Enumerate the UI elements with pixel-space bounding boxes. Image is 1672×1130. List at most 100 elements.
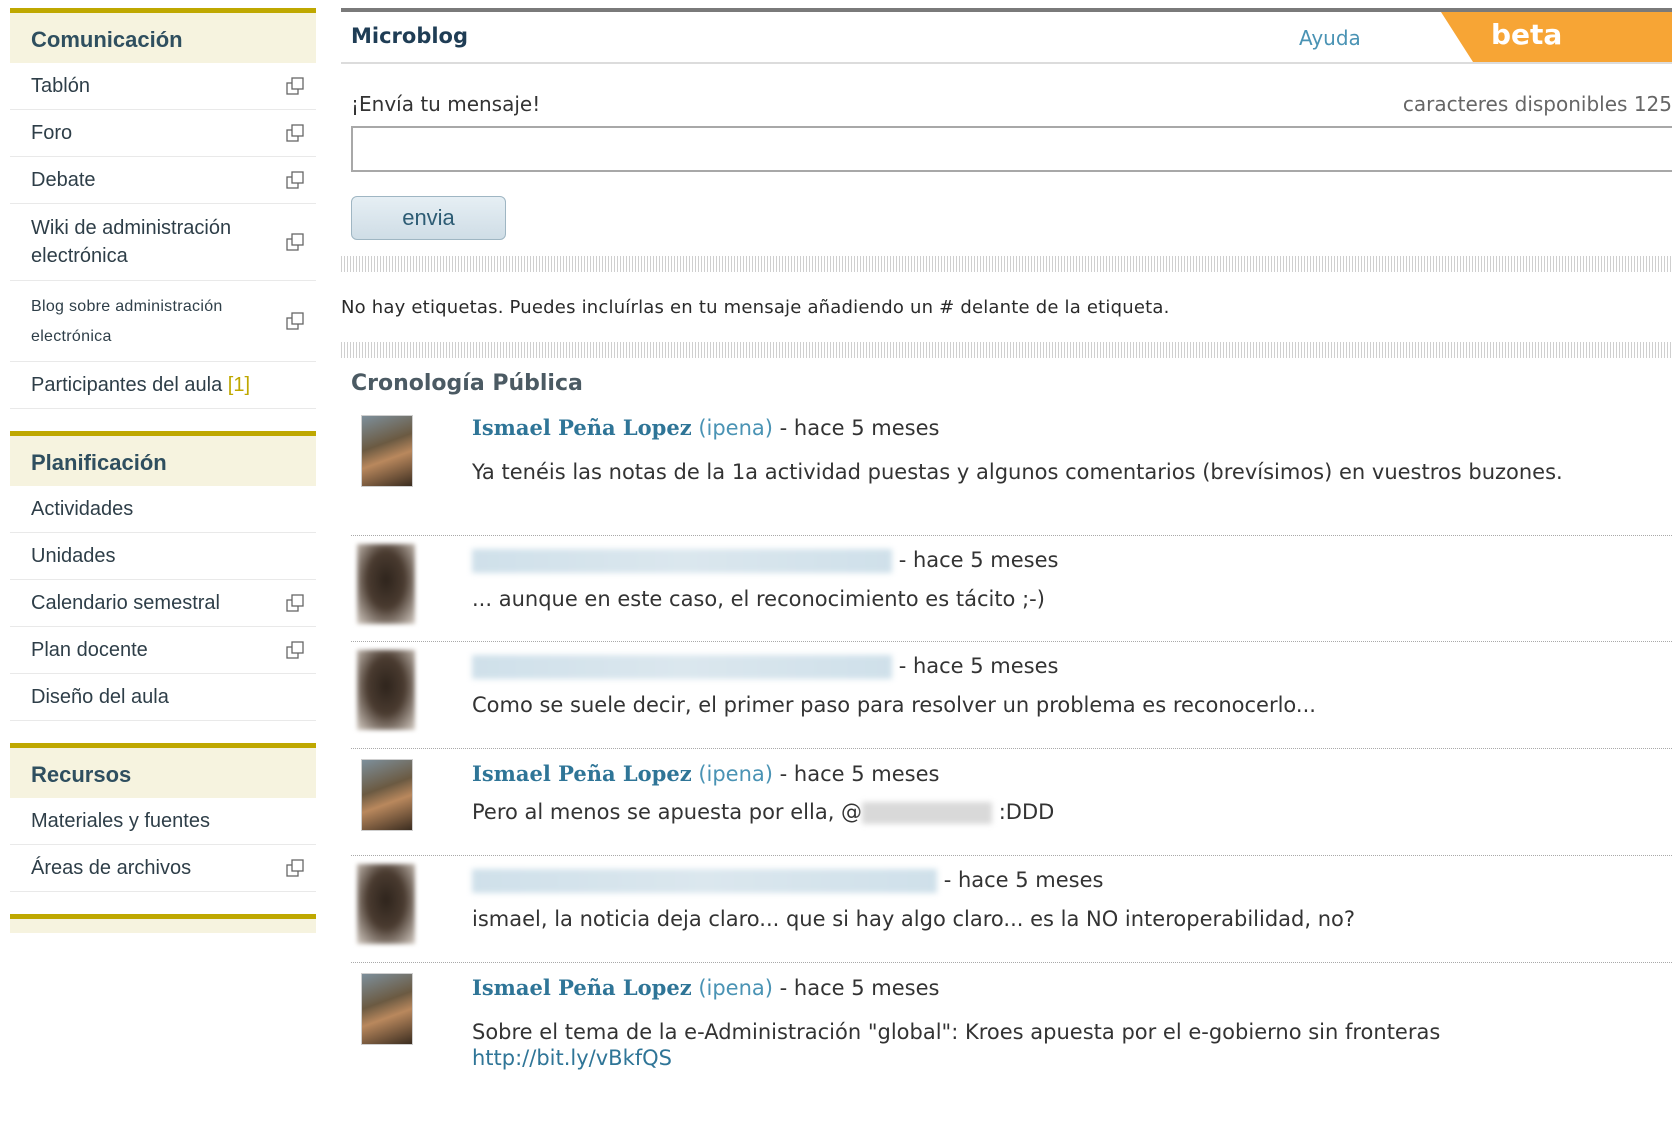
- sidebar-item-label: Wiki de administración electrónica: [31, 217, 232, 267]
- post-handle[interactable]: (ipena): [698, 416, 773, 440]
- sidebar-item-calendario[interactable]: Calendario semestral: [10, 580, 316, 627]
- compose-label: ¡Envía tu mensaje!: [351, 92, 541, 116]
- sidebar-item-blog[interactable]: Blog sobre administración electrónica: [10, 281, 316, 362]
- message-input[interactable]: [351, 126, 1672, 172]
- sidebar-item-label: Tablón: [31, 75, 90, 97]
- post-time: - hace 5 meses: [779, 762, 940, 786]
- post-handle[interactable]: (ipena): [698, 976, 773, 1000]
- sidebar-item-participantes[interactable]: Participantes del aula [1]: [10, 362, 316, 409]
- post-text: Como se suele decir, el primer paso para…: [472, 693, 1316, 717]
- mention-redacted[interactable]: [862, 802, 993, 824]
- participants-count: [1]: [227, 374, 251, 396]
- microblog-panel: Microblog Ayuda beta ¡Envía tu mensaje! …: [341, 8, 1672, 1130]
- new-window-icon[interactable]: [286, 77, 304, 95]
- new-window-icon[interactable]: [286, 859, 304, 877]
- post-time: - hace 5 meses: [898, 548, 1059, 572]
- divider: [341, 256, 1672, 272]
- sidebar-item-label: Áreas de archivos: [31, 857, 192, 879]
- sidebar-item-actividades[interactable]: Actividades: [10, 486, 316, 533]
- microblog-header: Microblog Ayuda beta: [341, 8, 1672, 64]
- sidebar-item-archivos[interactable]: Áreas de archivos: [10, 845, 316, 892]
- characters-label: caracteres disponibles: [1402, 92, 1628, 116]
- sidebar-heading-planificacion: Planificación: [10, 431, 316, 486]
- timeline-post: Ismael Peña Lopez (ipena) - hace 5 meses…: [351, 748, 1672, 854]
- post-text-body: Sobre el tema de la e-Administración "gl…: [472, 1020, 1441, 1044]
- sidebar-item-label: Debate: [31, 169, 96, 191]
- sidebar-item-debate[interactable]: Debate: [10, 157, 316, 204]
- sidebar-item-foro[interactable]: Foro: [10, 110, 316, 157]
- sidebar-item-label: Materiales y fuentes: [31, 810, 210, 832]
- post-header: Ismael Peña Lopez (ipena) - hace 5 meses: [472, 761, 939, 786]
- avatar[interactable]: [357, 864, 415, 944]
- post-text-end: :DDD: [998, 800, 1055, 824]
- post-time: - hace 5 meses: [943, 868, 1104, 892]
- sidebar-item-unidades[interactable]: Unidades: [10, 533, 316, 580]
- sidebar-block-comunicacion: Comunicación Tablón Foro Debate Wiki de …: [10, 8, 316, 409]
- sidebar-heading-comunicacion: Comunicación: [10, 8, 316, 63]
- sidebar-item-diseno[interactable]: Diseño del aula: [10, 674, 316, 721]
- post-header: Ismael Peña Lopez (ipena) - hace 5 meses: [472, 415, 939, 440]
- beta-label: beta: [1491, 18, 1563, 51]
- sidebar-item-label: Unidades: [31, 545, 116, 567]
- post-author-redacted: [472, 549, 892, 573]
- avatar[interactable]: [361, 759, 413, 831]
- sidebar-item-label: Participantes del aula: [31, 374, 223, 396]
- sidebar-item-wiki[interactable]: Wiki de administración electrónica: [10, 204, 316, 281]
- sidebar-block-planificacion: Planificación Actividades Unidades Calen…: [10, 431, 316, 721]
- new-window-icon[interactable]: [286, 312, 304, 330]
- characters-available: caracteres disponibles 125: [1403, 92, 1672, 116]
- new-window-icon[interactable]: [286, 594, 304, 612]
- post-text: Pero al menos se apuesta por ella, @ :DD…: [472, 799, 1672, 825]
- sidebar-item-materiales[interactable]: Materiales y fuentes: [10, 798, 316, 845]
- new-window-icon[interactable]: [286, 124, 304, 142]
- post-time: - hace 5 meses: [779, 416, 940, 440]
- post-author[interactable]: Ismael Peña Lopez: [472, 761, 692, 786]
- sidebar-block-recursos: Recursos Materiales y fuentes Áreas de a…: [10, 743, 316, 892]
- avatar[interactable]: [361, 415, 413, 487]
- timeline-post: - hace 5 meses Como se suele decir, el p…: [351, 641, 1672, 747]
- post-text: ... aunque en este caso, el reconocimien…: [472, 587, 1045, 611]
- timeline-post: - hace 5 meses ismael, la noticia deja c…: [351, 855, 1672, 961]
- post-time: - hace 5 meses: [779, 976, 940, 1000]
- new-window-icon[interactable]: [286, 641, 304, 659]
- post-author[interactable]: Ismael Peña Lopez: [472, 975, 692, 1000]
- send-button[interactable]: envia: [351, 196, 506, 240]
- new-window-icon[interactable]: [286, 233, 304, 251]
- new-window-icon[interactable]: [286, 171, 304, 189]
- post-author[interactable]: Ismael Peña Lopez: [472, 415, 692, 440]
- sidebar-item-tablon[interactable]: Tablón: [10, 63, 316, 110]
- post-author-redacted: [472, 655, 892, 679]
- post-text: Sobre el tema de la e-Administración "gl…: [472, 1019, 1672, 1071]
- post-header: - hace 5 meses: [472, 868, 1103, 893]
- help-link[interactable]: Ayuda: [1299, 26, 1361, 50]
- post-link[interactable]: http://bit.ly/vBkfQS: [472, 1046, 672, 1070]
- post-author-redacted: [472, 869, 937, 893]
- sidebar-item-label: Plan docente: [31, 639, 148, 661]
- divider: [341, 342, 1672, 358]
- sidebar-item-plan-docente[interactable]: Plan docente: [10, 627, 316, 674]
- tags-note: No hay etiquetas. Puedes incluírlas en t…: [341, 297, 1170, 318]
- timeline-post: Ismael Peña Lopez (ipena) - hace 5 meses…: [351, 413, 1672, 533]
- timeline-title: Cronología Pública: [351, 371, 583, 396]
- post-text: Ya tenéis las notas de la 1a actividad p…: [472, 460, 1563, 484]
- post-header: - hace 5 meses: [472, 548, 1058, 573]
- sidebar-item-label: Blog sobre administración electrónica: [31, 298, 223, 345]
- post-header: - hace 5 meses: [472, 654, 1058, 679]
- sidebar-block-empty: [10, 914, 316, 933]
- post-text-start: Pero al menos se apuesta por ella, @: [472, 800, 863, 824]
- avatar[interactable]: [357, 650, 415, 730]
- post-handle[interactable]: (ipena): [698, 762, 773, 786]
- avatar[interactable]: [357, 544, 415, 624]
- sidebar-item-label: Calendario semestral: [31, 592, 220, 614]
- beta-badge: beta: [1441, 12, 1672, 62]
- avatar[interactable]: [361, 973, 413, 1045]
- characters-count: 125: [1633, 92, 1672, 116]
- sidebar: Comunicación Tablón Foro Debate Wiki de …: [10, 8, 316, 933]
- post-header: Ismael Peña Lopez (ipena) - hace 5 meses: [472, 975, 939, 1000]
- post-text: ismael, la noticia deja claro... que si …: [472, 907, 1356, 931]
- sidebar-item-label: Actividades: [31, 498, 134, 520]
- page-title: Microblog: [351, 24, 469, 48]
- sidebar-item-label: Foro: [31, 122, 73, 144]
- sidebar-heading-recursos: Recursos: [10, 743, 316, 798]
- timeline-post: Ismael Peña Lopez (ipena) - hace 5 meses…: [351, 962, 1672, 1123]
